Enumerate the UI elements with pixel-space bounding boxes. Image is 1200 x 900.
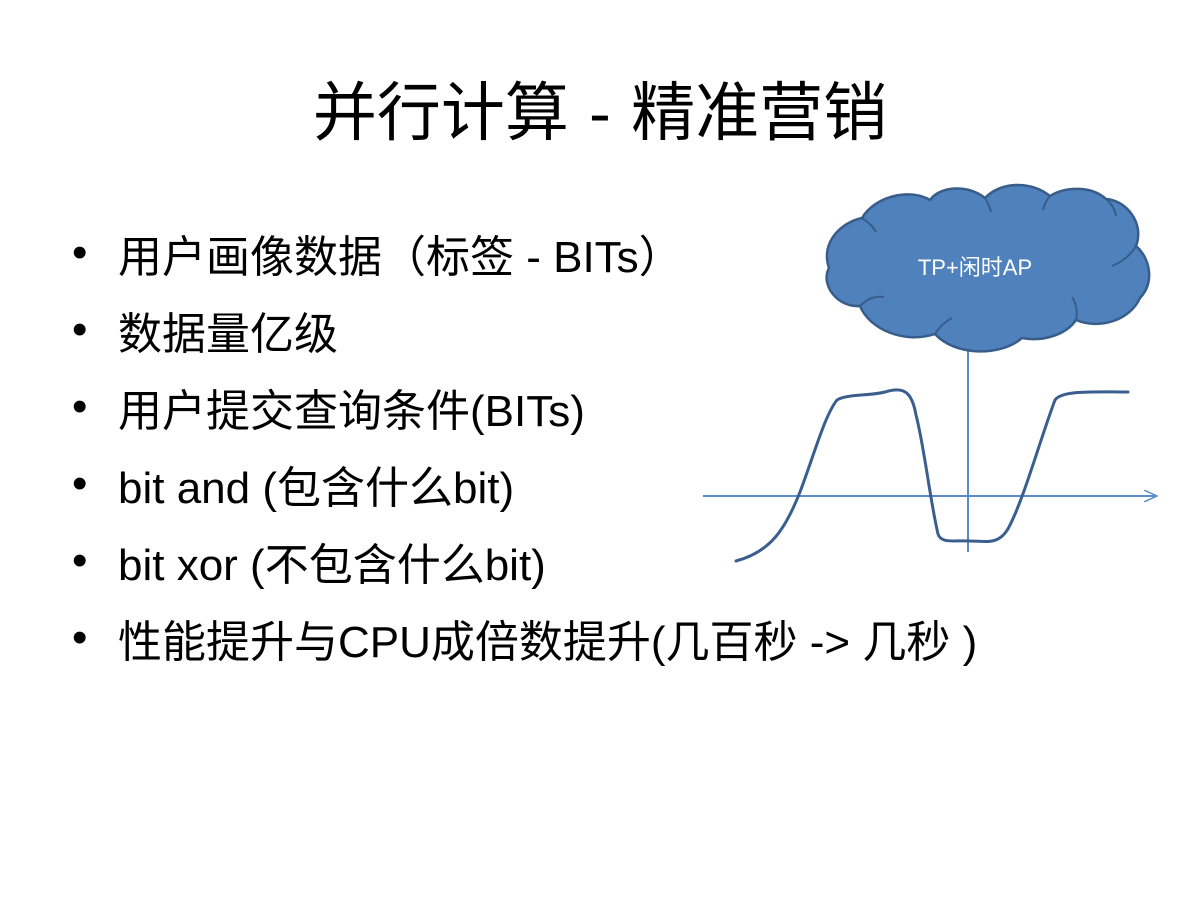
bullet-item: • bit xor (不包含什么bit) xyxy=(72,522,977,599)
bullet-text: 用户提交查询条件(BITs) xyxy=(118,386,585,436)
bullet-list: • 用户画像数据（标签 - BITs） • 数据量亿级 • 用户提交查询条件(B… xyxy=(72,214,977,676)
bullet-dot: • xyxy=(72,612,88,662)
bullet-item: • 数据量亿级 xyxy=(72,291,977,368)
bullet-dot: • xyxy=(72,304,88,354)
bullet-dot: • xyxy=(72,381,88,431)
bullet-item: • 用户提交查询条件(BITs) xyxy=(72,368,977,445)
bullet-item: • bit and (包含什么bit) xyxy=(72,445,977,522)
slide: 并行计算 - 精准营销 • 用户画像数据（标签 - BITs） • 数据量亿级 … xyxy=(0,0,1200,900)
bullet-dot: • xyxy=(72,458,88,508)
bullet-text: bit xor (不包含什么bit) xyxy=(118,540,546,590)
bullet-dot: • xyxy=(72,227,88,277)
bullet-text: 用户画像数据（标签 - BITs） xyxy=(118,232,683,282)
slide-title: 并行计算 - 精准营销 xyxy=(312,77,888,151)
bullet-text: 性能提升与CPU成倍数提升(几百秒 -> 几秒 ) xyxy=(118,617,978,667)
bullet-dot: • xyxy=(72,535,88,585)
bullet-text: 数据量亿级 xyxy=(118,309,338,359)
bullet-text: bit and (包含什么bit) xyxy=(118,463,515,513)
bullet-item: • 性能提升与CPU成倍数提升(几百秒 -> 几秒 ) xyxy=(72,599,977,676)
bullet-item: • 用户画像数据（标签 - BITs） xyxy=(72,214,977,291)
